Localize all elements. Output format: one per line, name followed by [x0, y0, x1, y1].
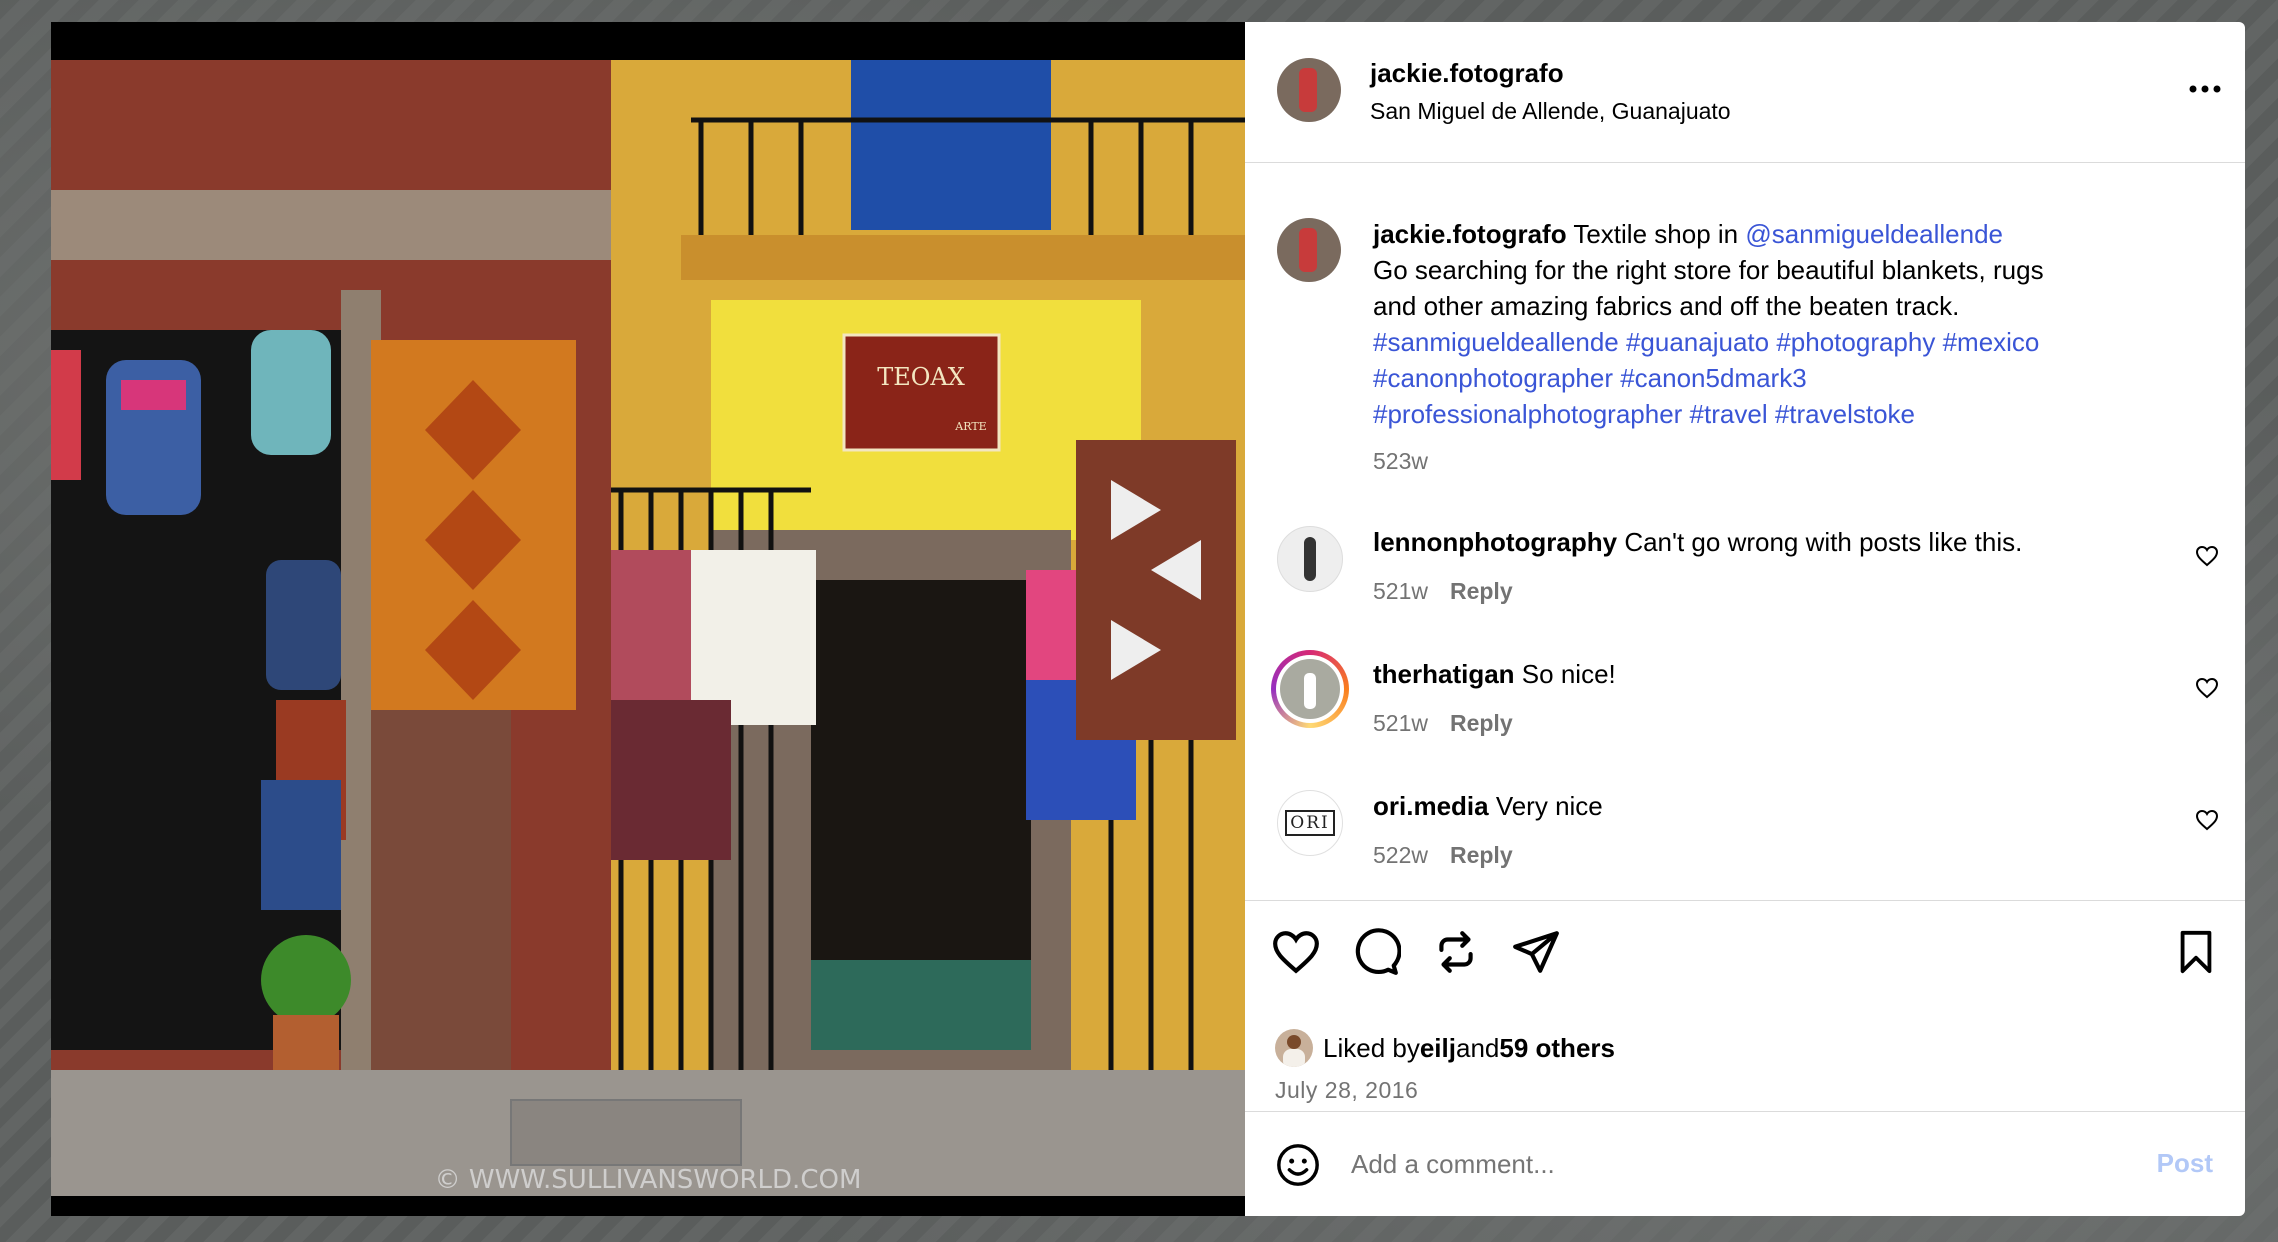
caption-line-2: Go searching for the right store for bea… [1373, 255, 2044, 285]
caption-hashtags-1[interactable]: #sanmigueldeallende #guanajuato #photogr… [1373, 327, 2039, 357]
post-header: jackie.fotografo San Miguel de Allende, … [1245, 22, 2245, 163]
comment-age[interactable]: 521w [1373, 578, 1428, 604]
comment-like-icon[interactable] [2195, 808, 2219, 832]
post-photo: TEOAX ARTE © WWW.SULLIVANSWORLD.COM [51, 60, 1245, 1196]
comment-text: Very nice [1488, 791, 1603, 821]
comment-input[interactable] [1349, 1140, 2053, 1188]
likes-summary: Liked by eilj and 59 others [1275, 1029, 1615, 1067]
caption-text-lead: Textile shop in [1566, 219, 1746, 249]
shop-sign-subtext: ARTE [954, 420, 986, 433]
commenter-username[interactable]: lennonphotography [1373, 527, 1617, 557]
comment-age[interactable]: 522w [1373, 842, 1428, 868]
commenter-username[interactable]: therhatigan [1373, 659, 1515, 689]
caption-hashtags-3[interactable]: #professionalphotographer #travel #trave… [1373, 399, 1915, 429]
share-send-icon[interactable] [1511, 927, 1561, 977]
more-options-icon[interactable] [2189, 84, 2221, 94]
caption-avatar[interactable] [1277, 218, 1341, 282]
post-media[interactable]: TEOAX ARTE © WWW.SULLIVANSWORLD.COM [51, 22, 1245, 1216]
reply-button[interactable]: Reply [1450, 578, 1513, 604]
caption-age[interactable]: 523w [1373, 448, 1428, 475]
shop-sign-text: TEOAX [877, 363, 965, 391]
likes-middle: and [1455, 1033, 1500, 1063]
comment-item: ORI ori.media Very nice 522w Reply [1245, 766, 2245, 876]
commenter-avatar[interactable]: ORI [1277, 790, 1343, 856]
save-bookmark-icon[interactable] [2173, 927, 2219, 977]
caption-hashtags-2[interactable]: #canonphotographer #canon5dmark3 [1373, 363, 1807, 393]
comment-item: lennonphotography Can't go wrong with po… [1245, 502, 2245, 612]
post-modal: TEOAX ARTE © WWW.SULLIVANSWORLD.COM jack… [51, 22, 2245, 1216]
post-date[interactable]: July 28, 2016 [1275, 1077, 1418, 1104]
comment-text: Can't go wrong with posts like this. [1617, 527, 2023, 557]
image-watermark: © WWW.SULLIVANSWORLD.COM [435, 1165, 862, 1195]
comment-item: therhatigan So nice! 521w Reply [1245, 634, 2245, 744]
comment-like-icon[interactable] [2195, 544, 2219, 568]
author-avatar[interactable] [1277, 58, 1341, 122]
commenter-avatar-text: ORI [1285, 810, 1335, 836]
comment-text: So nice! [1514, 659, 1616, 689]
post-actions: Liked by eilj and 59 others July 28, 201… [1245, 900, 2245, 1131]
post-details-panel: jackie.fotografo San Miguel de Allende, … [1245, 22, 2245, 1216]
caption-line-3: and other amazing fabrics and off the be… [1373, 291, 1960, 321]
comment-like-icon[interactable] [2195, 676, 2219, 700]
comment-bubble-icon[interactable] [1351, 927, 1401, 977]
add-comment-bar: Post [1245, 1111, 2245, 1216]
reply-button[interactable]: Reply [1450, 710, 1513, 736]
commenter-username[interactable]: ori.media [1373, 791, 1489, 821]
liker-username[interactable]: eilj [1420, 1030, 1456, 1066]
like-heart-icon[interactable] [1271, 927, 1321, 977]
post-comment-button[interactable]: Post [2157, 1148, 2213, 1179]
likes-prefix: Liked by [1323, 1033, 1420, 1063]
commenter-avatar-story-ring[interactable] [1271, 650, 1349, 728]
emoji-smiley-icon[interactable] [1275, 1142, 1321, 1188]
post-location[interactable]: San Miguel de Allende, Guanajuato [1370, 98, 1731, 125]
liker-avatar[interactable] [1275, 1029, 1313, 1067]
reply-button[interactable]: Reply [1450, 842, 1513, 868]
caption-username[interactable]: jackie.fotografo [1373, 219, 1567, 249]
likes-others-link[interactable]: 59 others [1499, 1030, 1615, 1066]
comment-age[interactable]: 521w [1373, 710, 1428, 736]
caption-mention-link[interactable]: @sanmigueldeallende [1745, 219, 2003, 249]
author-username[interactable]: jackie.fotografo [1370, 58, 1564, 89]
repost-icon[interactable] [1431, 927, 1481, 977]
commenter-avatar[interactable] [1277, 526, 1343, 592]
